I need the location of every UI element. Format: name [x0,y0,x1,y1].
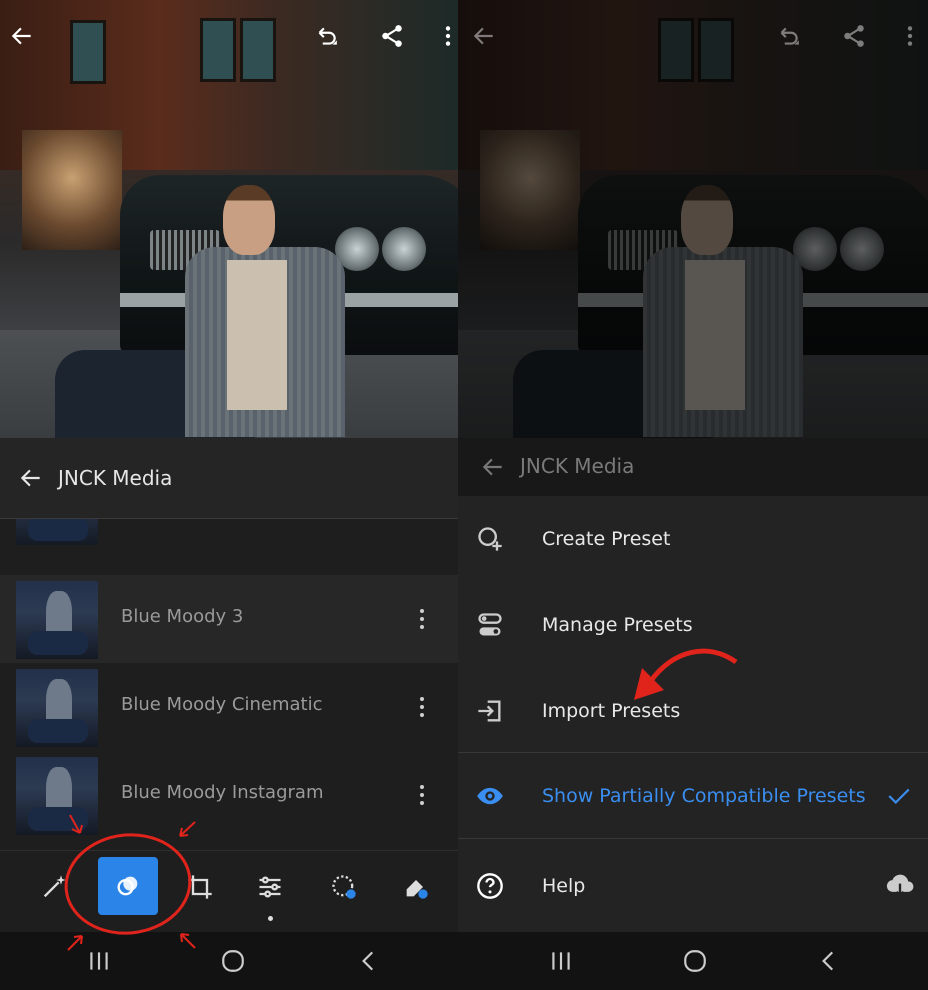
preset-row[interactable]: Blue Moody Cinematic [0,663,458,751]
adjust-sliders-icon[interactable] [254,871,286,903]
edit-toolbar [0,850,458,933]
more-vert-icon[interactable] [434,22,458,50]
preset-group-title: JNCK Media [58,466,173,490]
menu-label: Help [542,875,586,897]
back-arrow-icon [482,458,502,476]
preset-thumbnail [16,757,98,835]
preset-label: Blue Moody Instagram [121,782,324,803]
back-arrow-icon[interactable] [18,465,44,491]
system-nav-bar [0,932,458,990]
menu-label: Create Preset [542,528,671,550]
back-nav-icon[interactable] [816,948,842,974]
manage-presets-icon [476,611,504,639]
preset-row[interactable]: Blue Moody 3 [0,575,458,663]
more-vert-icon[interactable] [418,695,426,719]
share-icon[interactable] [378,22,406,50]
create-preset-icon [476,525,504,553]
presets-options-menu: Create Preset Manage Presets Import Pres… [458,496,928,932]
manage-presets-item[interactable]: Manage Presets [458,582,928,668]
left-screen: JNCK Media Blue Moody 3 Blue Moody Cinem… [0,0,458,990]
cloud-download-icon[interactable] [886,872,914,900]
preset-thumbnail [16,581,98,659]
share-icon [840,22,868,50]
checkmark-icon [888,788,910,805]
photo-preview-dimmed [458,0,928,438]
system-nav-bar [458,932,928,990]
photo-preview[interactable] [0,0,458,438]
preset-label: Blue Moody Cinematic [121,694,323,715]
undo-icon[interactable] [312,22,340,50]
help-item[interactable]: Help [458,843,928,929]
show-partially-compatible-item[interactable]: Show Partially Compatible Presets [458,753,928,839]
presets-icon[interactable] [98,857,158,915]
preset-row[interactable]: Blue Moody Instagram [0,751,458,839]
back-nav-icon[interactable] [356,948,382,974]
preset-group-title: JNCK Media [520,454,635,478]
menu-label: Show Partially Compatible Presets [542,785,866,807]
home-icon[interactable] [220,948,246,974]
preset-list: Blue Moody 3 Blue Moody Cinematic Blue M… [0,519,458,849]
eye-icon [476,782,504,810]
healing-icon[interactable] [400,871,432,903]
preset-thumbnail [16,519,98,545]
menu-label: Manage Presets [542,614,693,636]
recent-apps-icon[interactable] [548,948,574,974]
create-preset-item[interactable]: Create Preset [458,496,928,582]
preset-group-header-dimmed: JNCK Media [458,438,928,496]
auto-enhance-icon[interactable] [38,871,70,903]
selection-indicator [268,916,273,921]
undo-icon [774,22,802,50]
masking-icon[interactable] [328,871,360,903]
back-arrow-icon [470,22,498,50]
back-arrow-icon[interactable] [8,22,36,50]
help-icon [476,872,504,900]
menu-divider [458,838,928,839]
home-icon[interactable] [682,948,708,974]
preset-label: Blue Moody 3 [121,606,244,627]
import-presets-item[interactable]: Import Presets [458,668,928,754]
more-vert-icon[interactable] [418,607,426,631]
preset-row-partial[interactable] [0,519,458,549]
menu-label: Import Presets [542,700,681,722]
more-vert-icon[interactable] [418,783,426,807]
more-vert-icon [896,22,924,50]
preset-group-header: JNCK Media [0,438,458,519]
right-screen: JNCK Media Create Preset Manage Presets … [458,0,928,990]
preset-thumbnail [16,669,98,747]
import-icon [476,697,504,725]
recent-apps-icon[interactable] [86,948,112,974]
crop-icon[interactable] [184,871,216,903]
